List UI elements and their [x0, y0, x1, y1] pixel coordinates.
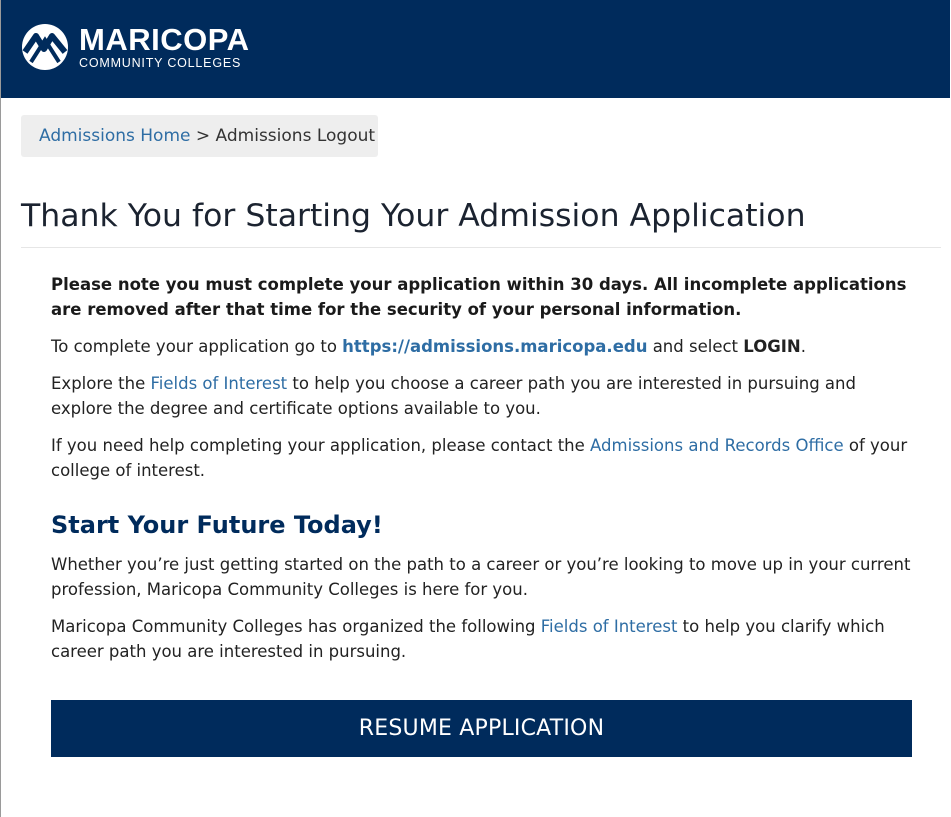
admissions-records-office-link[interactable]: Admissions and Records Office	[590, 436, 844, 455]
breadcrumb-admissions-home-link[interactable]: Admissions Home	[39, 126, 190, 146]
site-header: MARICOPA COMMUNITY COLLEGES	[1, 0, 950, 98]
maricopa-m-logo-icon	[21, 22, 69, 72]
help-paragraph: If you need help completing your applica…	[51, 433, 913, 483]
admissions-url-link[interactable]: https://admissions.maricopa.edu	[342, 337, 647, 356]
logo-text: MARICOPA COMMUNITY COLLEGES	[79, 21, 250, 70]
resume-application-button[interactable]: RESUME APPLICATION	[51, 700, 912, 757]
login-label: LOGIN	[743, 337, 801, 356]
breadcrumb: Admissions Home > Admissions Logout	[21, 115, 378, 157]
future-paragraph: Whether you’re just getting started on t…	[51, 555, 911, 599]
breadcrumb-separator: >	[195, 126, 211, 146]
future-heading: Start Your Future Today!	[51, 511, 383, 539]
logo-name: MARICOPA	[79, 21, 250, 57]
explore-paragraph: Explore the Fields of Interest to help y…	[51, 371, 913, 421]
organized-text-pre: Maricopa Community Colleges has organize…	[51, 617, 541, 636]
fields-of-interest-link-2[interactable]: Fields of Interest	[541, 617, 678, 636]
title-divider	[21, 247, 941, 248]
help-text-pre: If you need help completing your applica…	[51, 436, 591, 455]
breadcrumb-current: Admissions Logout	[215, 126, 376, 146]
main-content: Please note you must complete your appli…	[51, 272, 913, 676]
completion-notice: Please note you must complete your appli…	[51, 275, 907, 319]
explore-text-pre: Explore the	[51, 374, 151, 393]
complete-instructions: To complete your application go to https…	[51, 334, 913, 359]
logo-subtitle: COMMUNITY COLLEGES	[79, 55, 242, 70]
complete-text-pre: To complete your application go to	[51, 337, 343, 356]
organized-paragraph: Maricopa Community Colleges has organize…	[51, 614, 913, 664]
page-title: Thank You for Starting Your Admission Ap…	[21, 198, 806, 234]
complete-text-mid: and select	[647, 337, 744, 356]
complete-text-end: .	[800, 337, 806, 356]
fields-of-interest-link[interactable]: Fields of Interest	[150, 374, 287, 393]
page: MARICOPA COMMUNITY COLLEGES Admissions H…	[0, 0, 950, 817]
maricopa-logo[interactable]: MARICOPA COMMUNITY COLLEGES	[21, 22, 249, 72]
